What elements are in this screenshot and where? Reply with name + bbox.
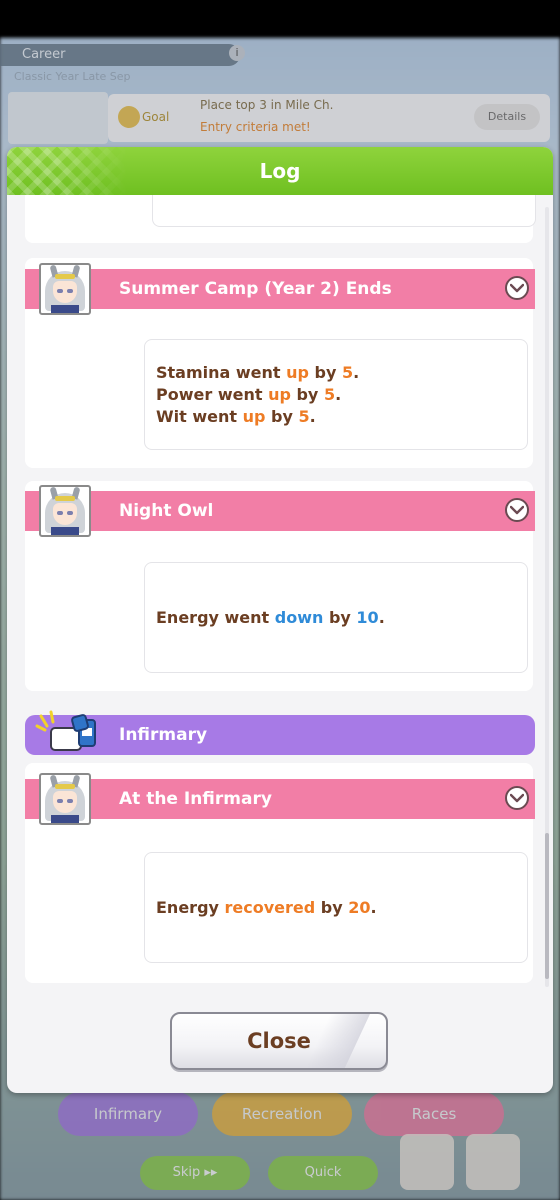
event-title: Summer Camp (Year 2) Ends [119, 279, 392, 299]
log-card-previous [25, 195, 536, 243]
event-banner[interactable]: At the Infirmary [25, 779, 535, 819]
log-line: Stamina went up by 5. [156, 362, 360, 382]
log-text-box: Energy recovered by 20. [144, 852, 528, 963]
chevron-down-icon[interactable] [505, 786, 529, 810]
log-line: Energy recovered by 20. [156, 897, 377, 917]
dialog-header: Log [7, 147, 553, 195]
chevron-down-icon[interactable] [505, 276, 529, 300]
character-avatar [39, 263, 91, 315]
close-button-label: Close [247, 1029, 311, 1053]
log-line: Wit went up by 5. [156, 406, 316, 426]
log-dialog: Log Summer Camp (Year 2) Ends Stamina we… [7, 147, 553, 1093]
log-text-box [152, 195, 536, 227]
log-line: Energy went down by 10. [156, 607, 385, 627]
close-button[interactable]: Close [170, 1012, 388, 1070]
status-bar [0, 0, 560, 38]
log-text-box: Energy went down by 10. [144, 562, 528, 673]
dialog-title: Log [259, 159, 301, 183]
log-list[interactable]: Summer Camp (Year 2) Ends Stamina went u… [17, 195, 545, 991]
event-title: Night Owl [119, 501, 214, 521]
event-banner[interactable]: Summer Camp (Year 2) Ends [25, 269, 535, 309]
event-title: Infirmary [119, 725, 208, 745]
infirmary-banner[interactable]: Infirmary [25, 715, 535, 755]
log-text-box: Stamina went up by 5. Power went up by 5… [144, 339, 528, 450]
scrollbar-thumb[interactable] [545, 833, 549, 979]
chevron-down-icon[interactable] [505, 498, 529, 522]
character-avatar [39, 773, 91, 825]
character-avatar [39, 485, 91, 537]
log-line: Power went up by 5. [156, 384, 342, 404]
infirmary-bed-icon [35, 710, 96, 751]
event-title: At the Infirmary [119, 789, 272, 809]
event-banner[interactable]: Night Owl [25, 491, 535, 531]
